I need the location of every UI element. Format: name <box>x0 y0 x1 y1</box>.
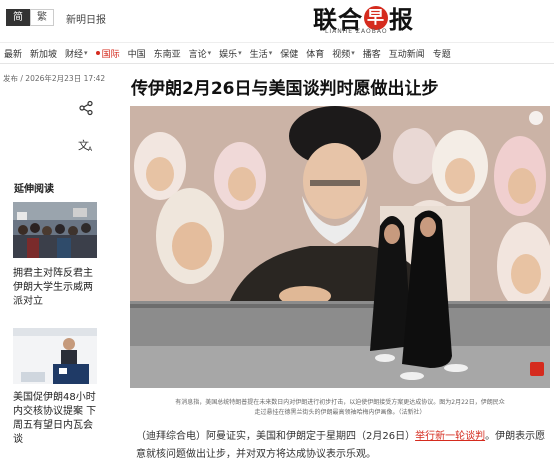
nav-item-label: 互动新闻 <box>388 49 425 60</box>
nav-item-label: 国际 <box>101 49 120 60</box>
nav-item-14[interactable]: 专题 <box>429 47 455 60</box>
nav-item-3[interactable]: 国际 <box>92 47 124 60</box>
shin-min-daily-link[interactable]: 新明日报 <box>66 11 106 26</box>
nav-item-4[interactable]: 中国 <box>124 47 150 60</box>
nav-item-2[interactable]: 财经 ▾ <box>61 47 92 60</box>
nav-item-label: 娱乐 <box>219 49 238 60</box>
related-story-2-thumbnail[interactable] <box>13 328 97 384</box>
nav-item-label: 财经 <box>65 49 84 60</box>
nav-item-label: 视频 <box>332 49 351 60</box>
nav-item-9[interactable]: 保健 <box>276 47 302 60</box>
logo-text-part2: 报 <box>389 5 414 34</box>
article-body: （迪拜综合电）阿曼证实，美国和伊朗定于星期四（2月26日）举行新一轮谈判。伊朗表… <box>136 428 548 464</box>
publish-date: 发布 / 2026年2月23日 17:42 <box>3 74 106 83</box>
top-bar: 简 繁 新明日报 联合 早 报 LIANHE ZAOBAO <box>0 0 554 38</box>
lang-traditional-button[interactable]: 繁 <box>30 9 54 26</box>
body-inline-link[interactable]: 举行新一轮谈判 <box>415 431 485 442</box>
nav-item-label: 东南亚 <box>153 49 181 60</box>
article-headline: 传伊朗2月26日与美国谈判时愿做出让步 <box>131 79 439 99</box>
nav-item-label: 最新 <box>4 49 23 60</box>
lang-simplified-button[interactable]: 简 <box>6 9 30 26</box>
language-switcher: 简 繁 <box>6 9 54 26</box>
body-lead: （迪拜综合电）阿曼证实，美国和伊朗定于星期四（2月26日） <box>136 431 416 442</box>
article-hero-image <box>130 106 550 388</box>
nav-item-5[interactable]: 东南亚 <box>150 47 185 60</box>
chevron-down-icon: ▾ <box>238 49 242 57</box>
site-logo[interactable]: 联合 早 报 LIANHE ZAOBAO <box>313 0 443 36</box>
svg-text:A: A <box>88 146 93 152</box>
nav-item-label: 新加坡 <box>30 49 58 60</box>
share-icon[interactable] <box>78 100 94 116</box>
nav-item-12[interactable]: 播客 <box>359 47 385 60</box>
image-caption: 有消息指，美国总统特朗普提在未来数日内对伊朗进行初步打击，以迫使伊朗接受方案更达… <box>130 398 550 418</box>
nav-item-13[interactable]: 互动新闻 <box>385 47 429 60</box>
nav-item-label: 生活 <box>249 49 268 60</box>
related-story-1-title[interactable]: 拥君主对阵反君主 伊朗大学生示威两派对立 <box>13 267 99 309</box>
caption-line-1: 有消息指，美国总统特朗普提在未来数日内对伊朗进行初步打击，以迫使伊朗接受方案更达… <box>175 399 505 406</box>
nav-item-8[interactable]: 生活 ▾ <box>246 47 277 60</box>
logo-english: LIANHE ZAOBAO <box>325 28 388 35</box>
nav-item-11[interactable]: 视频 ▾ <box>328 47 359 60</box>
nav-item-7[interactable]: 娱乐 ▾ <box>215 47 246 60</box>
chevron-down-icon: ▾ <box>84 49 88 57</box>
logo-zao-mark: 早 <box>364 5 388 30</box>
related-story-2-title[interactable]: 美国促伊朗48小时内交核协议提案 下周五有望日内瓦会谈 <box>13 391 99 447</box>
related-story-1-thumbnail[interactable] <box>13 202 97 258</box>
translate-icon[interactable]: 文 A <box>78 138 94 155</box>
nav-item-6[interactable]: 言论 ▾ <box>185 47 216 60</box>
nav-item-label: 播客 <box>362 49 381 60</box>
nav-item-label: 保健 <box>280 49 299 60</box>
main-nav: 最新 新加坡 财经 ▾ 国际 中国 东南亚 言论 ▾ 娱乐 ▾ 生活 ▾ 保健 体育 视频 ▾ 播客 互动新闻 专题 <box>0 42 554 64</box>
nav-item-0[interactable]: 最新 <box>0 47 26 60</box>
nav-item-1[interactable]: 新加坡 <box>26 47 61 60</box>
nav-item-label: 专题 <box>432 49 451 60</box>
caption-line-2: 走过悬挂在德黑兰街头的伊朗最高领袖哈梅内伊画像。（法新社） <box>254 409 426 416</box>
nav-item-10[interactable]: 体育 <box>302 47 328 60</box>
related-reading-title: 延伸阅读 <box>14 184 54 195</box>
nav-item-label: 言论 <box>188 49 207 60</box>
chevron-down-icon: ▾ <box>207 49 212 57</box>
chevron-down-icon: ▾ <box>351 49 355 57</box>
nav-item-label: 中国 <box>127 49 146 60</box>
nav-item-label: 体育 <box>306 49 325 60</box>
chevron-down-icon: ▾ <box>268 49 273 57</box>
